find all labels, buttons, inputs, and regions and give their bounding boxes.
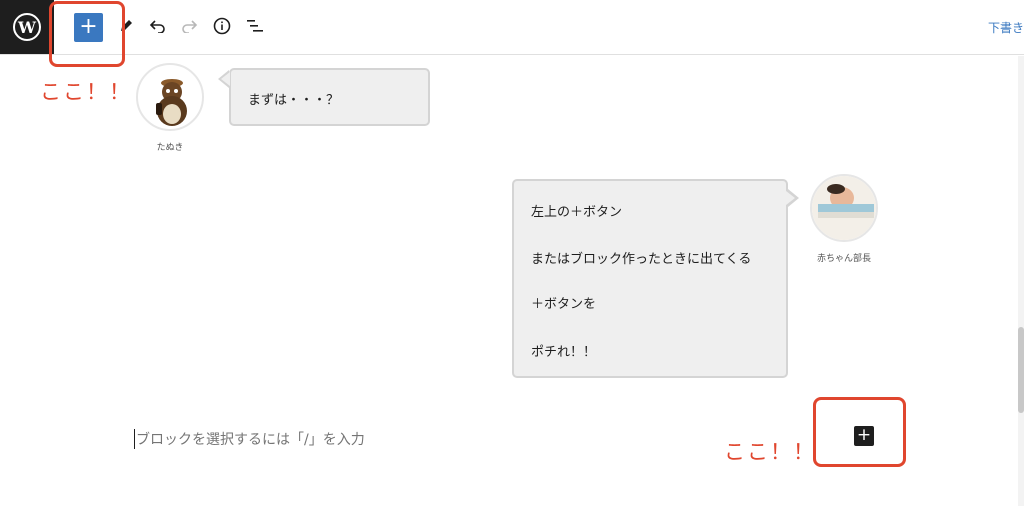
wordpress-w-mark: W [13,13,41,41]
scrollbar-track[interactable] [1018,56,1024,506]
redo-icon[interactable] [177,14,201,38]
avatar-tanuki [136,63,204,131]
avatar-baby [810,174,878,242]
highlight-box-top [49,1,125,67]
bubble-line: まずは・・・？ [248,93,340,108]
speaker-name-baby: 赤ちゃん部長 [816,254,871,264]
wordpress-logo-icon[interactable]: W [0,0,54,54]
baby-photo-icon [812,176,876,240]
speaker-name-tanuki: たぬき [156,143,184,153]
tanuki-figure-icon [156,79,187,126]
bubble-line: ＋ボタンを [531,297,597,312]
speech-bubble-tanuki: まずは・・・？ [229,68,430,126]
bubble-line: 左上の＋ボタン [531,205,623,220]
block-placeholder-input[interactable]: ブロックを選択するには「/」を入力 [134,429,365,449]
bubble-tail-right-inner [786,191,795,205]
scrollbar-thumb[interactable] [1018,327,1024,413]
save-draft-link[interactable]: 下書き [988,19,1024,36]
block-inserter-button[interactable]: + [854,426,874,446]
info-icon[interactable] [210,14,234,38]
speech-bubble-baby: 左上の＋ボタン またはブロック作ったときに出てくる ＋ボタンを ポチれ！！ [512,179,788,378]
annotation-label-top: ここ！！ [40,80,132,104]
list-view-icon[interactable] [243,14,267,38]
annotation-label-bottom: ここ！！ [724,440,816,464]
bubble-tail-left-inner [221,72,230,86]
bubble-line: またはブロック作ったときに出てくる [531,252,752,267]
bubble-line: ポチれ！！ [531,345,597,360]
undo-icon[interactable] [146,14,170,38]
editor-toolbar: W + 下書き [0,0,1024,55]
